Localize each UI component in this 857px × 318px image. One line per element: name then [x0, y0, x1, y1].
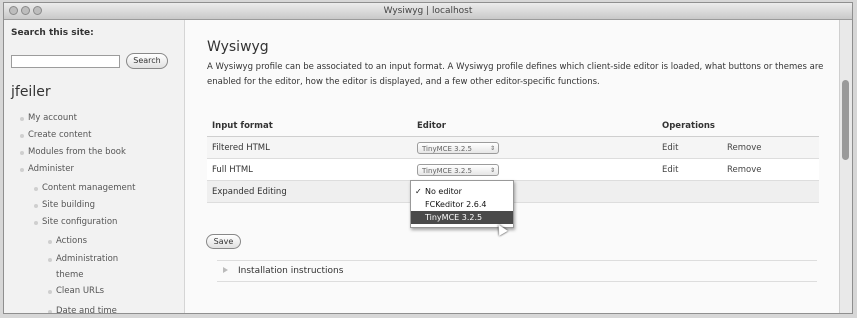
- window-title: Wysiwyg | localhost: [383, 6, 473, 16]
- search-label: Search this site:: [11, 28, 94, 38]
- nav-modules-from-book[interactable]: Modules from the book: [28, 147, 126, 157]
- page-description: A Wysiwyg profile can be associated to a…: [207, 62, 824, 87]
- nav-my-account[interactable]: My account: [28, 113, 77, 123]
- bullet-icon: [34, 221, 38, 225]
- editor-dropdown-menu: ✓ No editor FCKeditor 2.6.4 TinyMCE 3.2.…: [410, 180, 514, 228]
- search-button[interactable]: Search: [126, 53, 168, 69]
- bullet-icon: [48, 240, 52, 244]
- close-window-icon[interactable]: [9, 6, 18, 15]
- bullet-icon: [20, 117, 24, 121]
- title-bar: Wysiwyg | localhost: [4, 3, 852, 20]
- bullet-icon: [20, 134, 24, 138]
- editor-select-value: TinyMCE 3.2.5: [422, 144, 472, 153]
- select-arrows-icon: ⇕: [489, 166, 495, 174]
- nav-content-management[interactable]: Content management: [42, 183, 135, 193]
- save-button[interactable]: Save: [206, 234, 241, 249]
- edit-link[interactable]: Edit: [657, 158, 722, 181]
- username-heading: jfeiler: [11, 84, 51, 100]
- nav-clean-urls[interactable]: Clean URLs: [56, 286, 104, 296]
- bullet-icon: [48, 310, 52, 313]
- editor-cell: TinyMCE 3.2.5 ⇕: [412, 158, 657, 181]
- nav-administration-theme-cont[interactable]: theme: [56, 270, 83, 280]
- table-row: Filtered HTML TinyMCE 3.2.5 ⇕ Edit Remove: [207, 136, 819, 159]
- bullet-icon: [20, 168, 24, 172]
- bullet-icon: [34, 187, 38, 191]
- editor-select[interactable]: TinyMCE 3.2.5 ⇕: [417, 163, 499, 176]
- minimize-window-icon[interactable]: [21, 6, 30, 15]
- remove-cell: [722, 180, 819, 203]
- format-cell: Filtered HTML: [207, 136, 412, 159]
- option-label: FCKeditor 2.6.4: [425, 200, 487, 209]
- column-header: Input format: [207, 116, 412, 137]
- window-controls: [9, 6, 42, 15]
- format-cell: Expanded Editing: [207, 180, 412, 203]
- remove-link[interactable]: Remove: [722, 136, 819, 159]
- select-arrows-icon: ⇕: [489, 144, 495, 152]
- main-content: Wysiwyg A Wysiwyg profile can be associa…: [199, 20, 839, 313]
- column-header: Operations: [657, 116, 722, 137]
- nav-create-content[interactable]: Create content: [28, 130, 92, 140]
- table-header-row: Input format Editor Operations: [207, 116, 819, 137]
- table-row: Full HTML TinyMCE 3.2.5 ⇕ Edit Remove: [207, 158, 819, 181]
- editor-select[interactable]: TinyMCE 3.2.5 ⇕: [417, 141, 499, 154]
- edit-link[interactable]: Edit: [657, 136, 722, 159]
- option-label: TinyMCE 3.2.5: [425, 213, 483, 222]
- column-header: Editor: [412, 116, 657, 137]
- checkmark-icon: ✓: [415, 187, 422, 196]
- vertical-scrollbar[interactable]: [839, 20, 852, 313]
- nav-site-configuration[interactable]: Site configuration: [42, 217, 117, 227]
- dropdown-option-fckeditor[interactable]: FCKeditor 2.6.4: [411, 198, 513, 211]
- nav-administration-theme[interactable]: Administration: [56, 254, 118, 264]
- dropdown-option-no-editor[interactable]: ✓ No editor: [411, 185, 513, 198]
- sidebar: Search this site: Search jfeiler My acco…: [4, 20, 185, 313]
- edit-cell: [657, 180, 722, 203]
- editor-cell: TinyMCE 3.2.5 ⇕: [412, 136, 657, 159]
- zoom-window-icon[interactable]: [33, 6, 42, 15]
- installation-instructions-label: Installation instructions: [238, 266, 344, 276]
- search-input[interactable]: [11, 55, 120, 68]
- option-label: No editor: [425, 187, 462, 196]
- dropdown-option-tinymce[interactable]: TinyMCE 3.2.5: [411, 211, 513, 224]
- installation-instructions-fieldset[interactable]: Installation instructions: [217, 260, 817, 282]
- editor-select-value: TinyMCE 3.2.5: [422, 166, 472, 175]
- nav-site-building[interactable]: Site building: [42, 200, 95, 210]
- nav-date-and-time[interactable]: Date and time: [56, 306, 117, 313]
- collapsed-triangle-icon: [223, 267, 228, 273]
- bullet-icon: [48, 258, 52, 262]
- nav-actions[interactable]: Actions: [56, 236, 87, 246]
- column-header-blank: [722, 116, 819, 137]
- browser-window: Wysiwyg | localhost Search this site: Se…: [3, 2, 853, 314]
- nav-administer[interactable]: Administer: [28, 164, 74, 174]
- page-title: Wysiwyg: [207, 39, 269, 55]
- bullet-icon: [20, 151, 24, 155]
- scrollbar-thumb[interactable]: [842, 80, 849, 160]
- remove-link[interactable]: Remove: [722, 158, 819, 181]
- bullet-icon: [48, 290, 52, 294]
- format-cell: Full HTML: [207, 158, 412, 181]
- bullet-icon: [34, 204, 38, 208]
